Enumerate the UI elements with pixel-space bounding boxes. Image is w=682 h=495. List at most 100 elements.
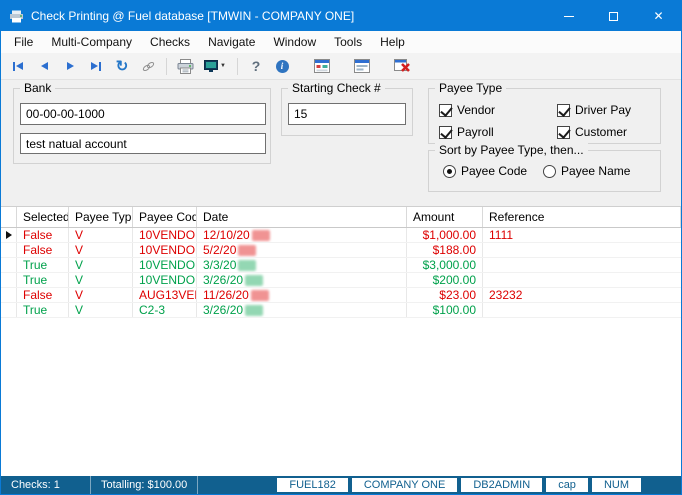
cell-payee-code: C2-3	[133, 303, 197, 317]
column-header-payee-code[interactable]: Payee Code	[133, 207, 197, 227]
last-record-button[interactable]	[84, 55, 108, 78]
printer-app-icon	[1, 10, 31, 23]
last-record-icon	[91, 62, 101, 71]
menu-item[interactable]: File	[5, 32, 42, 52]
checkbox-label: Vendor	[457, 103, 495, 117]
cell-payee-type: V	[69, 228, 133, 242]
chevron-down-icon: ▼	[220, 63, 226, 69]
sort-radio[interactable]: Payee Name	[543, 164, 630, 178]
radio-label: Payee Name	[561, 164, 630, 178]
starting-check-groupbox: Starting Check #	[281, 88, 413, 136]
cell-selected[interactable]: False	[17, 228, 69, 242]
redacted-year-block	[252, 230, 270, 241]
menu-item[interactable]: Window	[264, 32, 325, 52]
menu-item[interactable]: Checks	[141, 32, 199, 52]
column-header-amount[interactable]: Amount	[407, 207, 483, 227]
column-header-payee-type[interactable]: Payee Type	[69, 207, 133, 227]
cell-payee-type: V	[69, 303, 133, 317]
payee-type-checkbox[interactable]: Payroll	[439, 125, 557, 139]
link-icon	[141, 60, 155, 72]
menu-item[interactable]: Tools	[325, 32, 371, 52]
redacted-year-block	[245, 305, 263, 316]
previous-record-icon	[41, 62, 48, 70]
grid-row[interactable]: False V AUG13VEN 11/26/20 $23.00 23232	[1, 288, 681, 303]
maximize-icon	[609, 12, 618, 21]
window-manager-button[interactable]	[350, 55, 374, 78]
about-button[interactable]: i	[270, 55, 294, 78]
batch-window-icon	[314, 59, 330, 73]
link-button[interactable]	[136, 55, 160, 78]
exit-button[interactable]	[390, 55, 414, 78]
cell-date: 3/26/20	[197, 273, 407, 287]
checkbox-icon	[439, 104, 452, 117]
payee-type-checkbox[interactable]: Customer	[557, 125, 660, 139]
previous-record-button[interactable]	[32, 55, 56, 78]
bank-account-input[interactable]	[20, 103, 266, 125]
current-row-arrow-icon	[6, 231, 12, 239]
grid-row[interactable]: False V 10VENDOR 12/10/20 $1,000.00 1111	[1, 228, 681, 243]
first-record-button[interactable]	[6, 55, 30, 78]
print-button[interactable]	[173, 55, 197, 78]
date-text: 3/3/20	[203, 258, 236, 272]
minimize-button[interactable]	[546, 1, 591, 31]
status-panel: DB2ADMIN	[461, 478, 542, 492]
column-header-selected[interactable]: Selected	[17, 207, 69, 227]
cell-selected[interactable]: True	[17, 303, 69, 317]
help-button[interactable]: ?	[244, 55, 268, 78]
date-text: 12/10/20	[203, 228, 250, 242]
cell-payee-type: V	[69, 288, 133, 302]
refresh-button[interactable]: ↻	[110, 55, 134, 78]
toolbar: ↻ ▼ ? i	[1, 53, 681, 80]
cell-payee-code: 10VENDOR	[133, 273, 197, 287]
cell-payee-type: V	[69, 258, 133, 272]
title-bar[interactable]: Check Printing @ Fuel database [TMWIN - …	[1, 1, 681, 31]
cell-reference: 1111	[483, 228, 681, 242]
cell-reference	[483, 258, 681, 272]
cell-payee-code: AUG13VEN	[133, 288, 197, 302]
cell-selected[interactable]: True	[17, 258, 69, 272]
checkbox-label: Customer	[575, 125, 627, 139]
redacted-year-block	[238, 245, 256, 256]
exit-icon	[394, 59, 411, 73]
menu-item[interactable]: Help	[371, 32, 414, 52]
grid-row[interactable]: False V 10VENDOR 5/2/20 $188.00	[1, 243, 681, 258]
column-header-date[interactable]: Date	[197, 207, 407, 227]
cell-date: 12/10/20	[197, 228, 407, 242]
payee-type-options: Vendor Driver Pay Payroll Customer	[429, 89, 660, 139]
next-record-button[interactable]	[58, 55, 82, 78]
close-button[interactable]: ✕	[636, 1, 681, 31]
cell-payee-code: 10VENDOR	[133, 258, 197, 272]
starting-check-input[interactable]	[288, 103, 406, 125]
row-indicator	[1, 303, 17, 317]
menu-item[interactable]: Multi-Company	[42, 32, 141, 52]
row-indicator	[1, 228, 17, 242]
cell-reference: 23232	[483, 288, 681, 302]
checkbox-icon	[557, 104, 570, 117]
grid-row[interactable]: True V 10VENDOR 3/3/20 $3,000.00	[1, 258, 681, 273]
grid-row[interactable]: True V 10VENDOR 3/26/20 $200.00	[1, 273, 681, 288]
cell-date: 11/26/20	[197, 288, 407, 302]
menu-item[interactable]: Navigate	[199, 32, 264, 52]
checkbox-icon	[439, 126, 452, 139]
print-preview-icon	[204, 60, 218, 73]
payee-type-checkbox[interactable]: Vendor	[439, 103, 557, 117]
window-manager-icon	[354, 59, 370, 73]
payee-type-checkbox[interactable]: Driver Pay	[557, 103, 660, 117]
print-preview-dropdown-button[interactable]: ▼	[199, 55, 231, 78]
cell-selected[interactable]: True	[17, 273, 69, 287]
batch-window-button[interactable]	[310, 55, 334, 78]
status-panel: NUM	[592, 478, 641, 492]
bank-name-input[interactable]	[20, 133, 266, 154]
minimize-icon	[564, 16, 574, 17]
grid-row[interactable]: True V C2-3 3/26/20 $100.00	[1, 303, 681, 318]
maximize-button[interactable]	[591, 1, 636, 31]
sort-radio[interactable]: Payee Code	[443, 164, 527, 178]
grid-body: False V 10VENDOR 12/10/20 $1,000.00 1111…	[1, 228, 681, 318]
next-record-icon	[67, 62, 74, 70]
redacted-year-block	[238, 260, 256, 271]
column-header-reference[interactable]: Reference	[483, 207, 681, 227]
cell-selected[interactable]: False	[17, 243, 69, 257]
cell-amount: $100.00	[407, 303, 483, 317]
cell-selected[interactable]: False	[17, 288, 69, 302]
checkbox-icon	[557, 126, 570, 139]
